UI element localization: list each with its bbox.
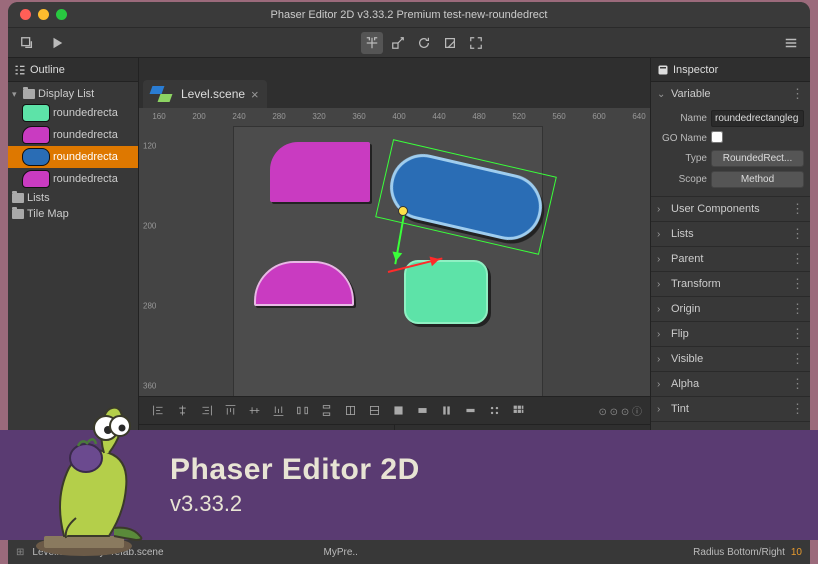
align-bottom-button[interactable] [267,401,289,421]
prop-label: Scope [657,174,707,185]
section-more-icon[interactable]: ⋮ [791,86,804,102]
window-title: Phaser Editor 2D v3.33.2 Premium test-ne… [8,9,810,21]
section-user-components[interactable]: ›User Components⋮ [651,197,810,221]
prop-label: Name [657,113,707,124]
shape-swatch-icon [22,148,50,166]
grid-grid-button[interactable] [507,401,529,421]
goname-checkbox[interactable] [711,131,723,143]
rounded-rect-shape[interactable] [254,261,354,306]
outline-item[interactable]: roundedrecta [8,102,138,124]
outline-header: Outline [8,58,138,82]
editor-tabbar: Level.scene × [139,58,650,108]
rounded-rect-shape[interactable] [270,142,370,202]
lists-node[interactable]: Lists [8,190,138,206]
grid-6-button[interactable] [459,401,481,421]
rotate-tool-button[interactable] [413,32,435,54]
grid-4-button[interactable] [411,401,433,421]
scale-tool-button[interactable] [387,32,409,54]
mascot-icon [14,398,164,558]
display-list-node[interactable]: ▾ Display List [8,86,138,102]
shape-swatch-icon [22,104,50,122]
align-top-button[interactable] [219,401,241,421]
origin-handle[interactable] [398,206,408,216]
tilemap-node[interactable]: Tile Map [8,206,138,222]
canvas-toolbar: ⊙ ⊙ ⊙ ⓘ [139,396,650,424]
type-button[interactable]: RoundedRect... [711,150,804,167]
play-button[interactable] [46,32,68,54]
open-external-icon[interactable] [16,32,38,54]
grid-2-button[interactable] [363,401,385,421]
section-visible[interactable]: ›Visible⋮ [651,347,810,371]
titlebar: Phaser Editor 2D v3.33.2 Premium test-ne… [8,2,810,28]
section-transform[interactable]: ›Transform⋮ [651,272,810,296]
outline-title: Outline [30,64,65,76]
distribute-v-button[interactable] [315,401,337,421]
section-lists[interactable]: ›Lists⋮ [651,222,810,246]
tab-level-scene[interactable]: Level.scene × [143,80,267,108]
distribute-h-button[interactable] [291,401,313,421]
prop-label: GO Name [657,133,707,144]
grid-5-button[interactable] [435,401,457,421]
outline-item[interactable]: roundedrecta [8,168,138,190]
grid-1-button[interactable] [339,401,361,421]
resize-tool-button[interactable] [439,32,461,54]
align-right-button[interactable] [195,401,217,421]
close-tab-icon[interactable]: × [251,87,259,102]
section-variable[interactable]: ⌄Variable ⋮ [651,82,810,106]
move-tool-button[interactable] [361,32,383,54]
banner-title: Phaser Editor 2D [170,453,420,487]
minimize-window-button[interactable] [38,9,49,20]
outline-item[interactable]: roundedrecta [8,124,138,146]
scope-button[interactable]: Method [711,171,804,188]
inspector-title: Inspector [673,64,718,76]
ruler-horizontal: 160200240280320360400440480520560600640 [159,108,650,126]
scene-file-icon [151,86,175,102]
ruler-vertical: 120200280360 [139,126,159,396]
menu-button[interactable] [780,32,802,54]
selection-box[interactable] [375,139,557,255]
canvas-status: ⊙ ⊙ ⊙ ⓘ [599,403,642,418]
maximize-window-button[interactable] [56,9,67,20]
section-alpha[interactable]: ›Alpha⋮ [651,372,810,396]
close-window-button[interactable] [20,9,31,20]
name-input[interactable] [711,110,804,127]
section-tint[interactable]: ›Tint⋮ [651,397,810,421]
section-flip[interactable]: ›Flip⋮ [651,322,810,346]
main-toolbar [8,28,810,58]
scene-canvas[interactable]: 160200240280320360400440480520560600640 … [139,108,650,396]
grid-3-button[interactable] [387,401,409,421]
shape-swatch-icon [22,126,50,144]
grid-dots-button[interactable] [483,401,505,421]
banner-version: v3.33.2 [170,491,420,517]
outline-item-selected[interactable]: roundedrecta [8,146,138,168]
section-origin[interactable]: ›Origin⋮ [651,297,810,321]
section-parent[interactable]: ›Parent⋮ [651,247,810,271]
align-center-button[interactable] [171,401,193,421]
rounded-rect-shape-selected[interactable] [384,148,549,247]
align-middle-button[interactable] [243,401,265,421]
stage-viewport[interactable] [233,126,543,396]
fullscreen-button[interactable] [465,32,487,54]
rounded-rect-shape[interactable] [404,260,488,324]
shape-swatch-icon [22,170,50,188]
prop-label: Type [657,153,707,164]
